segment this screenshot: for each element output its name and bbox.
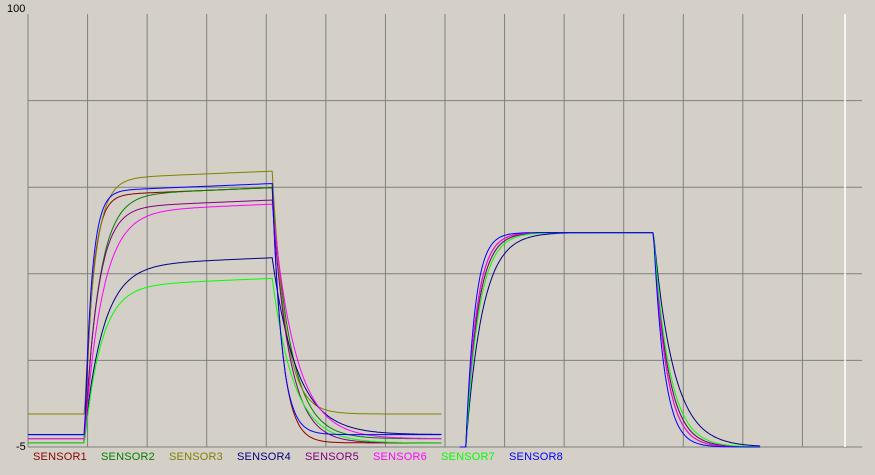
legend-item-sensor4[interactable]: SENSOR4 <box>237 451 291 463</box>
legend-item-sensor1[interactable]: SENSOR1 <box>33 451 87 463</box>
legend: SENSOR1 SENSOR2 SENSOR3 SENSOR4 SENSOR5 SENSO… <box>0 451 875 469</box>
plot-area: 100 -5 <box>7 3 862 453</box>
legend-item-sensor7[interactable]: SENSOR7 <box>441 451 495 463</box>
legend-item-sensor6[interactable]: SENSOR6 <box>373 451 427 463</box>
legend-item-sensor2[interactable]: SENSOR2 <box>101 451 155 463</box>
chart-window: 100 -5 SENSOR1 SENSOR2 SENSOR3 SENSOR4 SENSO… <box>0 0 875 475</box>
legend-item-sensor5[interactable]: SENSOR5 <box>305 451 359 463</box>
legend-item-sensor8[interactable]: SENSOR8 <box>509 451 563 463</box>
legend-item-sensor3[interactable]: SENSOR3 <box>169 451 223 463</box>
y-tick-label-top: 100 <box>7 3 25 15</box>
